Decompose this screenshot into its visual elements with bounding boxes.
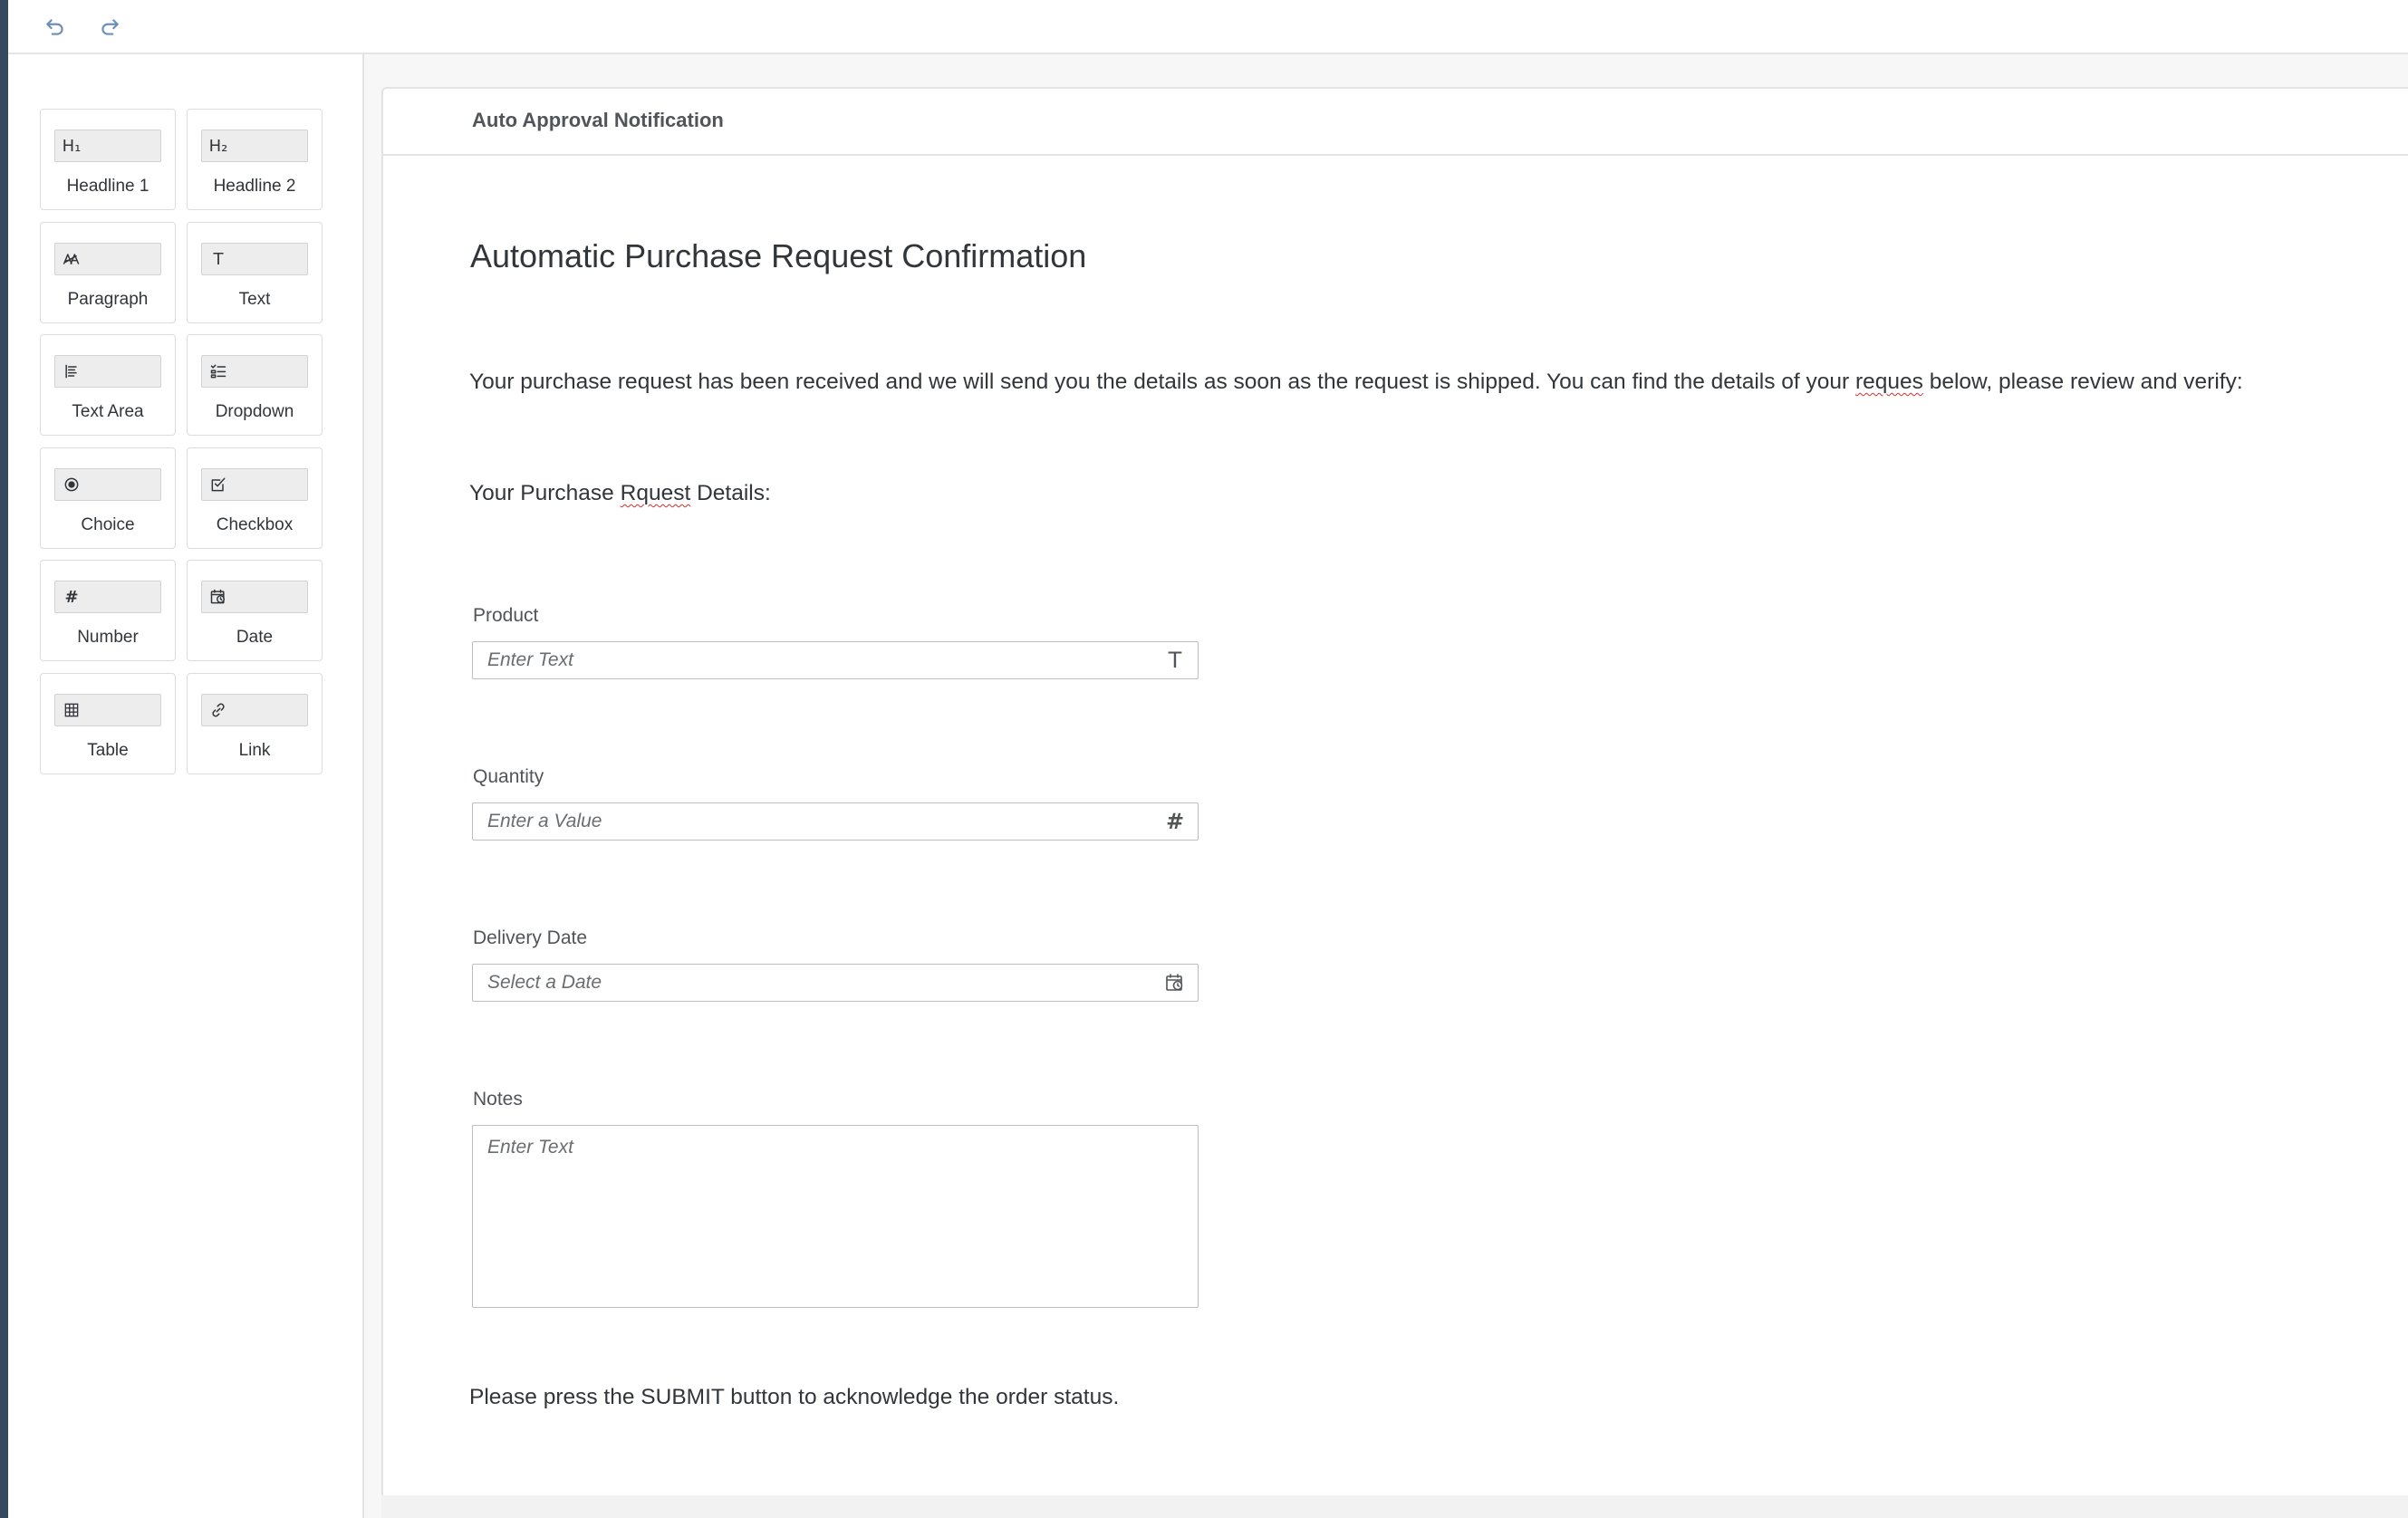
calendar-icon[interactable] <box>1161 969 1189 996</box>
undo-icon <box>46 19 63 35</box>
palette-item-label: Table <box>87 741 129 760</box>
palette-item-label: Text <box>238 290 271 309</box>
intro-text-end: below, please review and verify: <box>1922 370 2243 394</box>
palette-item-checkbox[interactable]: Checkbox <box>187 447 323 549</box>
notes-placeholder: Enter Text <box>487 1137 573 1158</box>
notes-textarea[interactable]: Enter Text <box>472 1125 1199 1308</box>
intro-text-start: Your purchase request has been received … <box>469 370 1855 394</box>
palette-item-label: Date <box>236 628 274 647</box>
palette-item-headline-1[interactable]: H₁ Headline 1 <box>40 109 176 210</box>
intro-misspelled-word: reques <box>1854 370 1923 394</box>
app-left-edge <box>0 0 8 1518</box>
palette-item-preview: T <box>201 243 308 275</box>
redo-icon <box>101 19 119 35</box>
notes-label: Notes <box>473 1089 523 1110</box>
palette-item-paragraph[interactable]: Paragraph <box>40 222 176 323</box>
palette-item-label: Checkbox <box>216 515 294 534</box>
palette-item-preview: H₁ <box>54 130 161 162</box>
palette-item-preview <box>54 243 161 275</box>
redo-button[interactable] <box>93 13 126 42</box>
number-icon: # <box>1165 809 1185 834</box>
palette-item-label: Link <box>238 741 271 760</box>
delivery-date-label: Delivery Date <box>473 927 588 948</box>
palette-item-text[interactable]: T Text <box>187 222 323 323</box>
palette-item-preview <box>201 694 308 726</box>
palette-item-label: Number <box>77 628 139 647</box>
palette-item-headline-2[interactable]: H₂ Headline 2 <box>187 109 323 210</box>
details-heading-text[interactable]: Your Purchase Rquest Details: <box>469 481 771 506</box>
headline-1-icon: H₁ <box>62 136 82 156</box>
palette-item-preview <box>54 468 161 501</box>
product-placeholder: Enter Text <box>487 649 573 670</box>
palette-item-label: Paragraph <box>67 290 149 309</box>
palette-item-preview <box>201 468 308 501</box>
intro-paragraph[interactable]: Your purchase request has been received … <box>469 370 2243 395</box>
palette-item-label: Dropdown <box>215 402 294 421</box>
choice-icon <box>61 473 82 496</box>
link-icon <box>207 698 229 722</box>
palette-item-label: Text Area <box>72 402 144 421</box>
quantity-input[interactable]: Enter a Value # <box>472 802 1199 841</box>
palette-item-choice[interactable]: Choice <box>40 447 176 549</box>
form-title[interactable]: Auto Approval Notification <box>472 109 724 132</box>
palette-item-label: Headline 1 <box>66 177 149 196</box>
details-text-start: Your Purchase <box>469 481 621 505</box>
text-area-icon <box>61 360 82 383</box>
palette-item-preview <box>201 355 308 388</box>
palette-item-link[interactable]: Link <box>187 673 323 774</box>
checkbox-icon <box>207 473 229 496</box>
palette-item-label: Headline 2 <box>213 177 296 196</box>
palette-item-date[interactable]: Date <box>187 560 323 661</box>
quantity-placeholder: Enter a Value <box>487 811 602 831</box>
palette-item-preview <box>54 694 161 726</box>
palette-item-label: Choice <box>81 515 135 534</box>
details-text-end: Details: <box>690 481 771 505</box>
palette-item-table[interactable]: Table <box>40 673 176 774</box>
palette-item-dropdown[interactable]: Dropdown <box>187 334 323 436</box>
headline-2-icon: H₂ <box>208 136 228 156</box>
number-icon: # <box>64 587 79 607</box>
form-heading[interactable]: Automatic Purchase Request Confirmation <box>470 237 1086 275</box>
paragraph-icon <box>61 247 82 271</box>
footer-instruction[interactable]: Please press the SUBMIT button to acknow… <box>469 1385 1119 1410</box>
palette-item-text-area[interactable]: Text Area <box>40 334 176 436</box>
palette-item-preview <box>54 355 161 388</box>
product-label: Product <box>473 605 539 626</box>
palette-item-preview <box>201 581 308 613</box>
product-input[interactable]: Enter Text T <box>472 641 1199 679</box>
element-palette: H₁ Headline 1 H₂ Headline 2 Paragraph T … <box>8 54 364 1518</box>
delivery-date-input[interactable]: Select a Date <box>472 964 1199 1002</box>
canvas-bottom-scroll-area <box>381 1495 2408 1518</box>
palette-item-number[interactable]: # Number <box>40 560 176 661</box>
details-misspelled-word: Rquest <box>620 481 691 505</box>
dropdown-icon <box>207 360 229 383</box>
text-icon: T <box>213 249 224 269</box>
form-canvas: Auto Approval Notification Automatic Pur… <box>381 87 2408 1495</box>
canvas-header: Auto Approval Notification <box>383 89 2408 156</box>
palette-item-preview: H₂ <box>201 130 308 162</box>
text-icon: T <box>1168 648 1182 673</box>
date-icon <box>207 585 229 609</box>
undo-button[interactable] <box>39 13 72 42</box>
quantity-label: Quantity <box>473 766 544 787</box>
palette-item-preview: # <box>54 581 161 613</box>
editor-toolbar <box>8 0 2408 54</box>
table-icon <box>61 698 82 722</box>
delivery-date-placeholder: Select a Date <box>487 972 602 993</box>
